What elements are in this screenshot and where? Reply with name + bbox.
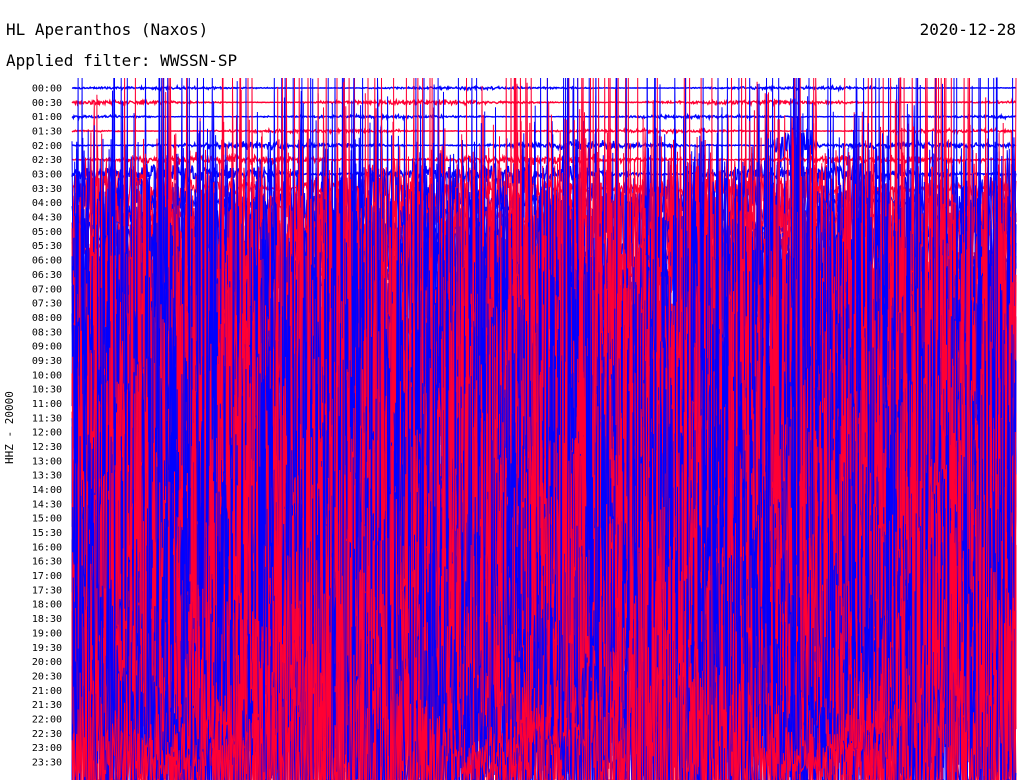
row-label: 21:00 [32,686,62,697]
row-label: 22:00 [32,714,62,725]
row-label: 11:00 [32,399,62,410]
trace-row-0000 [71,83,1017,93]
row-label: 03:00 [32,170,62,181]
row-label: 10:00 [32,370,62,381]
row-label: 19:30 [32,643,62,654]
row-label: 15:00 [32,514,62,525]
row-label: 04:00 [32,198,62,209]
row-label: 04:30 [32,213,62,224]
row-label: 21:30 [32,700,62,711]
row-label-layer: 00:00 00:30 01:00 01:30 02:00 02:30 03:00 03:30… [32,84,62,769]
row-label: 20:30 [32,671,62,682]
row-label: 16:30 [32,557,62,568]
row-label: 05:30 [32,241,62,252]
row-label: 18:00 [32,600,62,611]
row-label: 19:00 [32,628,62,639]
row-label: 02:00 [32,141,62,152]
row-label: 10:30 [32,385,62,396]
helicorder-plot: 00:00 00:30 01:00 01:30 02:00 02:30 03:00 03:30… [32,77,1017,780]
row-label: 13:30 [32,471,62,482]
row-label: 23:00 [32,743,62,754]
row-label: 14:30 [32,499,62,510]
row-label: 12:30 [32,442,62,453]
row-label: 03:30 [32,184,62,195]
row-label: 07:30 [32,299,62,310]
row-label: 17:30 [32,585,62,596]
row-label: 12:00 [32,428,62,439]
row-label: 08:30 [32,327,62,338]
row-label: 20:00 [32,657,62,668]
row-label: 09:30 [32,356,62,367]
row-label: 00:30 [32,98,62,109]
row-label: 18:30 [32,614,62,625]
row-label: 13:00 [32,456,62,467]
row-label: 22:30 [32,729,62,740]
row-label: 06:00 [32,256,62,267]
row-label: 11:30 [32,413,62,424]
row-label: 09:00 [32,342,62,353]
row-label: 02:30 [32,155,62,166]
row-label: 01:00 [32,112,62,123]
row-label: 17:00 [32,571,62,582]
row-label: 01:30 [32,127,62,138]
row-label: 16:00 [32,542,62,553]
row-label: 08:00 [32,313,62,324]
row-label: 06:30 [32,270,62,281]
row-label: 00:00 [32,84,62,95]
trace-layer [71,77,1017,780]
row-label: 23:30 [32,757,62,768]
row-label: 15:30 [32,528,62,539]
row-label: 07:00 [32,284,62,295]
row-label: 14:00 [32,485,62,496]
row-label: 05:00 [32,227,62,238]
